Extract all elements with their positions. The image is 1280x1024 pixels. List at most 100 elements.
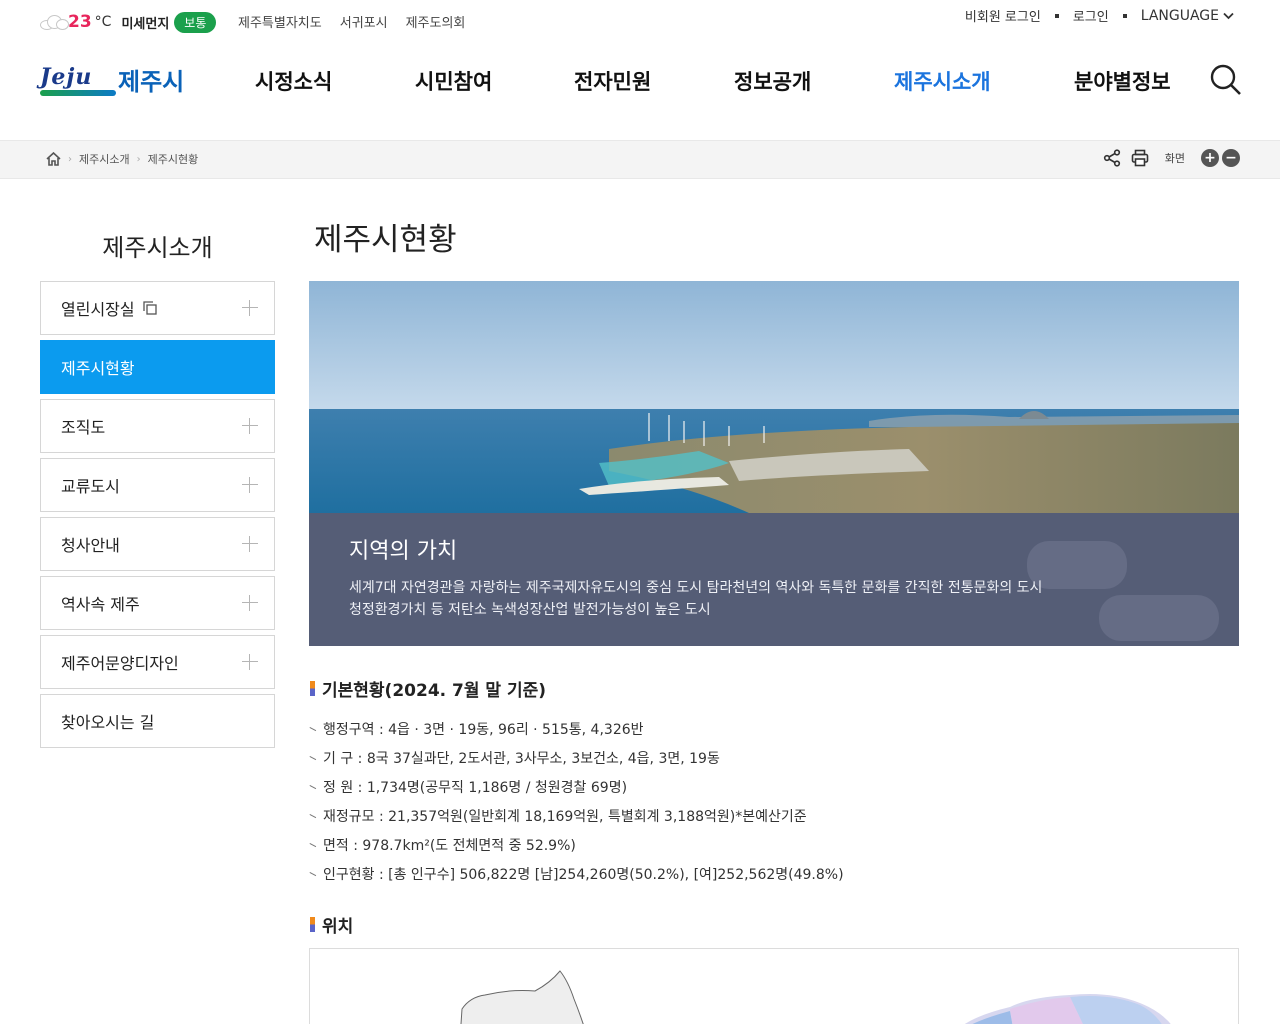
temperature-value: 23: [68, 12, 92, 32]
chevron-down-icon: [1223, 12, 1234, 19]
breadcrumb-item-current[interactable]: 제주시현황: [148, 151, 199, 167]
region-value-heading: 지역의 가치: [349, 539, 458, 564]
page-tools: 화면 + −: [1103, 149, 1240, 167]
page-title: 제주시현황: [314, 222, 457, 258]
lnb-item-city-hall-guide[interactable]: 청사안내: [40, 517, 275, 571]
section-marker: [310, 917, 315, 932]
location-title: 위치: [322, 917, 354, 937]
lnb-item-label: 청사안내: [61, 536, 120, 555]
language-label: LANGUAGE: [1140, 7, 1219, 24]
bullet: [310, 727, 317, 731]
language-select[interactable]: LANGUAGE: [1141, 8, 1234, 24]
jeju-coastline-photo: [309, 281, 1239, 513]
lnb-item-sister-cities[interactable]: 교류도시: [40, 458, 275, 512]
breadcrumb-separator: ›: [68, 153, 72, 165]
breadcrumb: › 제주시소개 › 제주시현황: [46, 151, 198, 167]
gnb-e-civil-service[interactable]: 전자민원: [574, 66, 651, 96]
plus-icon: [242, 477, 258, 493]
link-seogwipo[interactable]: 서귀포시: [340, 12, 388, 31]
fact-population: 인구현황 : [총 인구수] 506,822명 [남]254,260명(50.2…: [323, 866, 844, 883]
lnb-item-mayor-office[interactable]: 열린시장실: [40, 281, 275, 335]
location-map: [309, 948, 1239, 1024]
plus-icon: [242, 300, 258, 316]
list-item: 기 구 : 8국 37실과단, 2도서관, 3사무소, 3보건소, 4읍, 3면…: [310, 743, 844, 772]
lnb-item-label: 제주시현황: [61, 359, 135, 378]
bullet: [310, 872, 317, 876]
plus-icon: [242, 595, 258, 611]
fact-administrative-districts: 행정구역 : 4읍 · 3면 · 19동, 96리 · 515통, 4,326반: [323, 721, 644, 738]
fine-dust-label: 미세먼지: [121, 16, 170, 32]
separator: [1122, 13, 1127, 18]
breadcrumb-separator: ›: [136, 153, 141, 165]
list-item: 면적 : 978.7km²(도 전체면적 중 52.9%): [310, 830, 844, 859]
share-icon[interactable]: [1103, 149, 1121, 167]
korea-peninsula-map: [460, 970, 1171, 1024]
basic-status-title: 기본현황(2024. 7월 말 기준): [322, 681, 547, 701]
gnb-information-disclosure[interactable]: 정보공개: [734, 66, 811, 96]
link-jeju-province[interactable]: 제주특별자치도: [238, 12, 322, 31]
gnb-citizen-participation[interactable]: 시민참여: [415, 66, 492, 96]
basic-status-heading: 기본현황(2024. 7월 말 기준): [310, 676, 546, 701]
location-heading: 위치: [310, 912, 353, 937]
lnb-item-organization[interactable]: 조직도: [40, 399, 275, 453]
gnb-city-news[interactable]: 시정소식: [255, 66, 332, 96]
guest-login-link[interactable]: 비회원 로그인: [965, 6, 1041, 25]
top-utility-bar: 23 °C 미세먼지 보통 제주특별자치도 서귀포시 제주도의회 비회원 로그인…: [0, 0, 1280, 44]
global-navigation: 시정소식 시민참여 전자민원 정보공개 제주시소개 분야별정보: [0, 60, 1280, 100]
region-value-line: 세계7대 자연경관을 자랑하는 제주국제자유도시의 중심 도시 탐라천년의 역사…: [349, 580, 1043, 596]
basic-status-list: 행정구역 : 4읍 · 3면 · 19동, 96리 · 515통, 4,326반…: [310, 714, 844, 888]
list-item: 정 원 : 1,734명(공무직 1,186명 / 청원경찰 69명): [310, 772, 844, 801]
fact-budget: 재정규모 : 21,357억원(일반회계 18,169억원, 특별회계 3,18…: [323, 808, 807, 825]
region-value-line: 청정환경가치 등 저탄소 녹색성장산업 발전가능성이 높은 도시: [349, 602, 711, 618]
login-link[interactable]: 로그인: [1073, 6, 1109, 25]
print-icon[interactable]: [1131, 149, 1149, 167]
related-sites: 제주특별자치도 서귀포시 제주도의회: [238, 12, 465, 31]
fine-dust-status-badge: 보통: [174, 11, 217, 33]
lnb-item-label: 역사속 제주: [61, 595, 140, 614]
lnb-title: 제주시소개: [102, 234, 213, 262]
bullet: [310, 814, 317, 818]
cloud-icon: [40, 14, 70, 30]
bullet: [310, 785, 317, 789]
list-item: 행정구역 : 4읍 · 3면 · 19동, 96리 · 515통, 4,326반: [310, 714, 844, 743]
lnb-item-label: 열린시장실: [61, 300, 135, 319]
lnb-item-label: 조직도: [61, 418, 106, 437]
plus-icon: [242, 418, 258, 434]
zoom-in-button[interactable]: +: [1201, 149, 1219, 167]
side-navigation: 열린시장실 제주시현황 조직도 교류도시 청사안내 역사속 제주 제주어문양디자…: [40, 281, 275, 753]
gnb-field-information[interactable]: 분야별정보: [1074, 66, 1171, 96]
lnb-item-jeju-pattern-design[interactable]: 제주어문양디자인: [40, 635, 275, 689]
lnb-item-label: 제주어문양디자인: [61, 654, 179, 673]
bullet: [310, 843, 317, 847]
breadcrumb-item-about[interactable]: 제주시소개: [79, 151, 130, 167]
search-icon[interactable]: [1210, 64, 1242, 96]
section-marker: [310, 681, 315, 696]
decorative-pill: [1099, 595, 1219, 641]
bullet: [310, 756, 317, 760]
separator: [1054, 13, 1059, 18]
lnb-item-city-status[interactable]: 제주시현황: [40, 340, 275, 394]
plus-icon: [242, 654, 258, 670]
gnb-about-jeju-city[interactable]: 제주시소개: [894, 66, 991, 96]
account-menu: 비회원 로그인 로그인 LANGUAGE: [965, 6, 1234, 25]
zoom-label: 화면: [1164, 152, 1185, 165]
list-item: 인구현황 : [총 인구수] 506,822명 [남]254,260명(50.2…: [310, 859, 844, 888]
list-item: 재정규모 : 21,357억원(일반회계 18,169억원, 특별회계 3,18…: [310, 801, 844, 830]
region-value-banner: 지역의 가치 세계7대 자연경관을 자랑하는 제주국제자유도시의 중심 도시 탐…: [309, 281, 1239, 646]
region-value-panel: 지역의 가치 세계7대 자연경관을 자랑하는 제주국제자유도시의 중심 도시 탐…: [309, 513, 1239, 646]
fact-staff: 정 원 : 1,734명(공무직 1,186명 / 청원경찰 69명): [323, 779, 628, 796]
lnb-item-label: 교류도시: [61, 477, 120, 496]
weather-widget: 23 °C 미세먼지 보통: [40, 8, 217, 36]
lnb-item-directions[interactable]: 찾아오시는 길: [40, 694, 275, 748]
breadcrumb-bar: › 제주시소개 › 제주시현황 화면 + −: [0, 140, 1280, 179]
lnb-item-label: 찾아오시는 길: [61, 713, 155, 732]
link-jeju-council[interactable]: 제주도의회: [406, 12, 466, 31]
fact-area: 면적 : 978.7km²(도 전체면적 중 52.9%): [323, 837, 576, 854]
fact-organization: 기 구 : 8국 37실과단, 2도서관, 3사무소, 3보건소, 4읍, 3면…: [323, 750, 720, 767]
temperature-unit: °C: [94, 14, 112, 30]
lnb-item-history[interactable]: 역사속 제주: [40, 576, 275, 630]
home-icon[interactable]: [46, 152, 61, 166]
new-window-icon: [142, 301, 157, 315]
plus-icon: [242, 536, 258, 552]
zoom-out-button[interactable]: −: [1222, 149, 1240, 167]
